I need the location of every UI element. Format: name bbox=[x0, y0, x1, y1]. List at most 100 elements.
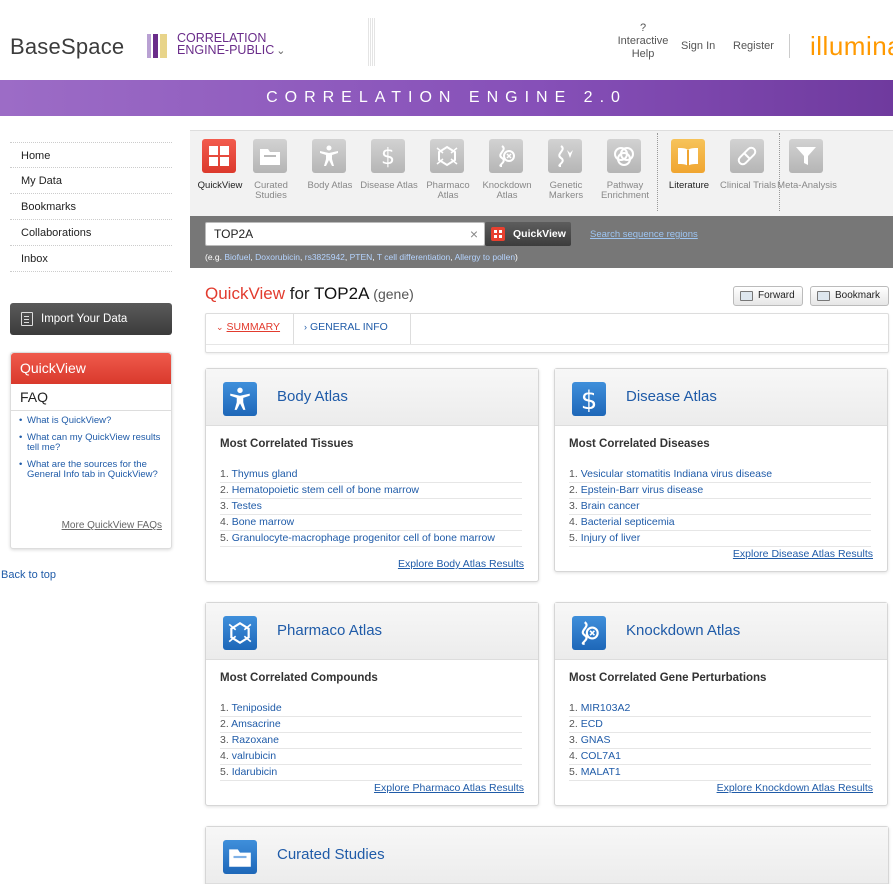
nav-collaborations[interactable]: Collaborations bbox=[10, 220, 172, 246]
tool-pharmaco-atlas[interactable]: Pharmaco Atlas bbox=[418, 131, 478, 217]
list-item[interactable]: 2. Epstein-Barr virus disease bbox=[569, 483, 871, 499]
list-item[interactable]: 1. Vesicular stomatitis Indiana virus di… bbox=[569, 467, 871, 483]
tool-label: Genetic Markers bbox=[548, 180, 584, 201]
card-title[interactable]: Body Atlas bbox=[277, 388, 348, 405]
import-icon bbox=[21, 312, 33, 326]
list-item[interactable]: 2. Hematopoietic stem cell of bone marro… bbox=[220, 483, 522, 499]
example-link[interactable]: T cell differentiation bbox=[377, 252, 450, 262]
example-link[interactable]: Allergy to pollen bbox=[455, 252, 515, 262]
example-link[interactable]: Biofuel bbox=[224, 252, 250, 262]
list-item[interactable]: 2. ECD bbox=[569, 717, 871, 733]
tool-knockdown-atlas[interactable]: Knockdown Atlas bbox=[477, 131, 537, 217]
card-title[interactable]: Curated Studies bbox=[277, 846, 385, 863]
list-item[interactable]: 1. MIR103A2 bbox=[569, 701, 871, 717]
result-list: 1. Vesicular stomatitis Indiana virus di… bbox=[569, 467, 871, 547]
book-icon bbox=[678, 148, 698, 166]
tool-meta-analysis[interactable]: Meta-Analysis bbox=[777, 131, 837, 217]
list-item[interactable]: 3. Testes bbox=[220, 499, 522, 515]
product-switcher[interactable]: CORRELATION ENGINE-PUBLIC ⌄ bbox=[177, 32, 285, 57]
list-item[interactable]: 4. Bone marrow bbox=[220, 515, 522, 531]
result-list: 1. MIR103A2 2. ECD 3. GNAS 4. COL7A1 5. … bbox=[569, 701, 871, 781]
search-examples: (e.g. Biofuel, Doxorubicin, rs3825942, P… bbox=[205, 252, 518, 262]
example-link[interactable]: rs3825942 bbox=[305, 252, 345, 262]
list-item[interactable]: 4. COL7A1 bbox=[569, 749, 871, 765]
card-icon-tile: $ bbox=[572, 382, 606, 416]
quickview-icon bbox=[491, 227, 505, 241]
nav-inbox[interactable]: Inbox bbox=[10, 246, 172, 272]
tool-body-atlas[interactable]: Body Atlas bbox=[300, 131, 360, 217]
illumina-logo[interactable]: illumina bbox=[810, 31, 893, 62]
card-subtitle: Most Correlated Tissues bbox=[220, 438, 354, 450]
faq-link[interactable]: What is QuickView? bbox=[11, 411, 171, 428]
import-data-button[interactable]: Import Your Data bbox=[10, 303, 172, 335]
tool-disease-atlas[interactable]: $ Disease Atlas bbox=[359, 131, 419, 217]
card-subtitle: Most Correlated Diseases bbox=[569, 438, 710, 450]
tool-label: Disease Atlas bbox=[360, 180, 418, 191]
body-atlas-card: Body Atlas Most Correlated Tissues 1. Th… bbox=[205, 368, 539, 582]
clear-search-icon[interactable]: × bbox=[470, 226, 478, 242]
card-subtitle: Most Correlated Gene Perturbations bbox=[569, 672, 767, 684]
card-title[interactable]: Disease Atlas bbox=[626, 388, 717, 405]
header-divider bbox=[368, 18, 376, 66]
tool-literature[interactable]: Literature bbox=[659, 131, 719, 217]
nav-home[interactable]: Home bbox=[10, 142, 172, 168]
knockdown-atlas-card: Knockdown Atlas Most Correlated Gene Per… bbox=[554, 602, 888, 806]
chevron-down-icon: ⌄ bbox=[216, 322, 224, 332]
search-input[interactable] bbox=[206, 223, 446, 245]
card-header: Knockdown Atlas bbox=[555, 603, 887, 660]
sign-in-link[interactable]: Sign In bbox=[681, 40, 715, 52]
list-item[interactable]: 2. Amsacrine bbox=[220, 717, 522, 733]
forward-button[interactable]: Forward bbox=[733, 286, 803, 306]
card-icon-tile bbox=[223, 616, 257, 650]
faq-link[interactable]: What are the sources for the General Inf… bbox=[11, 455, 171, 482]
tab-summary-label: SUMMARY bbox=[226, 321, 281, 333]
register-link[interactable]: Register bbox=[733, 40, 774, 52]
card-title[interactable]: Pharmaco Atlas bbox=[277, 622, 382, 639]
basespace-logo[interactable]: BaseSpace bbox=[10, 34, 124, 60]
list-item[interactable]: 5. Idarubicin bbox=[220, 765, 522, 781]
nav-bookmarks[interactable]: Bookmarks bbox=[10, 194, 172, 220]
list-item[interactable]: 3. GNAS bbox=[569, 733, 871, 749]
interactive-help-link[interactable]: ? Interactive Help bbox=[612, 22, 674, 61]
list-item[interactable]: 4. Bacterial septicemia bbox=[569, 515, 871, 531]
tool-pathway-enrichment[interactable]: Pathway Enrichment bbox=[595, 131, 655, 217]
more-faqs-link[interactable]: More QuickView FAQs bbox=[62, 520, 162, 531]
list-item[interactable]: 5. Granulocyte-macrophage progenitor cel… bbox=[220, 531, 522, 547]
explore-results-link[interactable]: Explore Disease Atlas Results bbox=[733, 548, 873, 560]
gene-icon bbox=[558, 145, 573, 167]
tool-genetic-markers[interactable]: Genetic Markers bbox=[536, 131, 596, 217]
back-to-top-link[interactable]: Back to top bbox=[1, 569, 56, 581]
body-icon bbox=[320, 145, 338, 166]
help-question-icon: ? bbox=[639, 22, 647, 34]
search-sequence-regions-link[interactable]: Search sequence regions bbox=[590, 229, 698, 240]
nav-my-data[interactable]: My Data bbox=[10, 168, 172, 194]
example-link[interactable]: PTEN bbox=[350, 252, 373, 262]
pharmaco-icon bbox=[228, 621, 252, 645]
top-header: BaseSpace CORRELATION ENGINE-PUBLIC ⌄ ? I… bbox=[0, 0, 893, 80]
example-link[interactable]: Doxorubicin bbox=[255, 252, 300, 262]
card-title[interactable]: Knockdown Atlas bbox=[626, 622, 740, 639]
bookmark-button[interactable]: Bookmark bbox=[810, 286, 889, 306]
pill-icon bbox=[737, 146, 757, 166]
list-item[interactable]: 3. Brain cancer bbox=[569, 499, 871, 515]
tool-curated-studies[interactable]: Curated Studies bbox=[241, 131, 301, 217]
card-subtitle: Most Correlated Compounds bbox=[220, 672, 378, 684]
bookmark-icon bbox=[817, 291, 830, 301]
list-item[interactable]: 1. Teniposide bbox=[220, 701, 522, 717]
dollar-icon: $ bbox=[581, 386, 598, 412]
quickview-search-button[interactable]: QuickView bbox=[485, 222, 571, 246]
faq-link[interactable]: What can my QuickView results tell me? bbox=[11, 428, 171, 455]
list-item[interactable]: 3. Razoxane bbox=[220, 733, 522, 749]
tab-general-info[interactable]: › GENERAL INFO bbox=[294, 314, 411, 344]
list-item[interactable]: 5. MALAT1 bbox=[569, 765, 871, 781]
list-item[interactable]: 4. valrubicin bbox=[220, 749, 522, 765]
tab-summary[interactable]: ⌄ SUMMARY bbox=[206, 314, 294, 344]
tool-clinical-trials[interactable]: Clinical Trials bbox=[718, 131, 778, 217]
list-item[interactable]: 5. Injury of liver bbox=[569, 531, 871, 547]
explore-results-link[interactable]: Explore Body Atlas Results bbox=[398, 558, 524, 570]
svg-text:$: $ bbox=[381, 145, 395, 168]
list-item[interactable]: 1. Thymus gland bbox=[220, 467, 522, 483]
disease-atlas-card: $ Disease Atlas Most Correlated Diseases… bbox=[554, 368, 888, 572]
explore-results-link[interactable]: Explore Knockdown Atlas Results bbox=[717, 782, 873, 794]
explore-results-link[interactable]: Explore Pharmaco Atlas Results bbox=[374, 782, 524, 794]
